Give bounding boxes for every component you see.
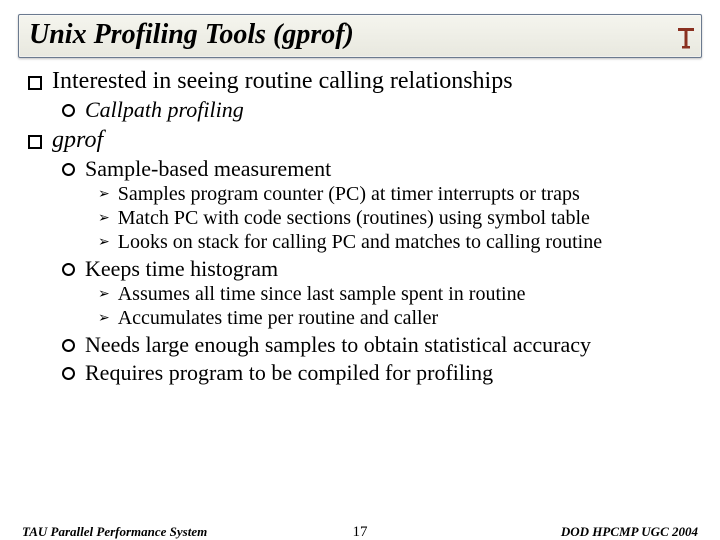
bullet-text: gprof	[52, 127, 103, 154]
bullet-text: Match PC with code sections (routines) u…	[118, 207, 590, 230]
arrow-bullet-icon: ➢	[98, 236, 110, 250]
footer-left: TAU Parallel Performance System	[22, 524, 207, 540]
bullet-text: Requires program to be compiled for prof…	[85, 360, 493, 386]
bullet-text: Keeps time histogram	[85, 256, 278, 282]
footer-right: DOD HPCMP UGC 2004	[561, 524, 698, 540]
circle-bullet-icon	[62, 263, 75, 276]
bullet-l2: Callpath profiling	[62, 97, 692, 123]
bullet-text: Assumes all time since last sample spent…	[118, 283, 526, 306]
bullet-l3: ➢ Looks on stack for calling PC and matc…	[98, 231, 692, 254]
circle-bullet-icon	[62, 339, 75, 352]
square-bullet-icon	[28, 135, 42, 149]
bullet-text: Accumulates time per routine and caller	[118, 307, 438, 330]
circle-bullet-icon	[62, 104, 75, 117]
bullet-l1: gprof	[28, 127, 692, 154]
slide: Unix Profiling Tools (gprof) Interested …	[0, 14, 720, 540]
bullet-text: Interested in seeing routine calling rel…	[52, 68, 513, 95]
arrow-bullet-icon: ➢	[98, 188, 110, 202]
tau-logo-icon	[676, 26, 696, 50]
footer: TAU Parallel Performance System 17 DOD H…	[0, 524, 720, 540]
bullet-l1: Interested in seeing routine calling rel…	[28, 68, 692, 95]
bullet-text: Samples program counter (PC) at timer in…	[118, 183, 580, 206]
content-area: Interested in seeing routine calling rel…	[0, 68, 720, 386]
bullet-l2: Needs large enough samples to obtain sta…	[62, 332, 692, 358]
circle-bullet-icon	[62, 163, 75, 176]
bullet-l2: Requires program to be compiled for prof…	[62, 360, 692, 386]
arrow-bullet-icon: ➢	[98, 288, 110, 302]
bullet-text: Needs large enough samples to obtain sta…	[85, 332, 591, 358]
circle-bullet-icon	[62, 367, 75, 380]
bullet-l3: ➢ Match PC with code sections (routines)…	[98, 207, 692, 230]
title-bar: Unix Profiling Tools (gprof)	[18, 14, 702, 58]
square-bullet-icon	[28, 76, 42, 90]
bullet-l3: ➢ Samples program counter (PC) at timer …	[98, 183, 692, 206]
arrow-bullet-icon: ➢	[98, 312, 110, 326]
bullet-text: Looks on stack for calling PC and matche…	[118, 231, 602, 254]
slide-title: Unix Profiling Tools (gprof)	[29, 19, 691, 51]
bullet-text: Sample-based measurement	[85, 156, 331, 182]
arrow-bullet-icon: ➢	[98, 212, 110, 226]
slide-number: 17	[353, 524, 368, 540]
bullet-l3: ➢ Assumes all time since last sample spe…	[98, 283, 692, 306]
bullet-l3: ➢ Accumulates time per routine and calle…	[98, 307, 692, 330]
bullet-text: Callpath profiling	[85, 97, 244, 123]
bullet-l2: Sample-based measurement	[62, 156, 692, 182]
bullet-l2: Keeps time histogram	[62, 256, 692, 282]
